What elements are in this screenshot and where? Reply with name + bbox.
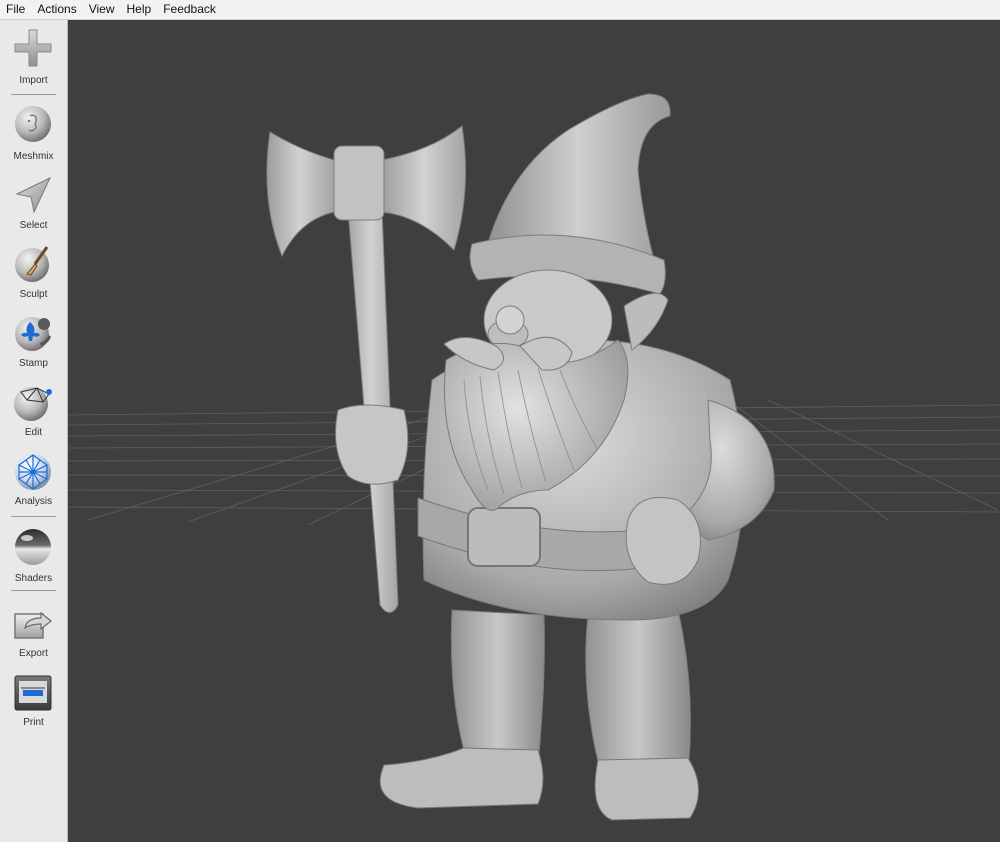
menu-help[interactable]: Help [121, 0, 158, 19]
toolbar-divider [11, 590, 56, 591]
edit-button[interactable]: Edit [0, 382, 67, 444]
stamp-label: Stamp [19, 358, 48, 369]
meshmix-label: Meshmix [13, 151, 54, 162]
stamp-sphere-icon [15, 317, 51, 351]
menu-bar: File Actions View Help Feedback [0, 0, 1000, 20]
print-label: Print [23, 717, 44, 728]
brush-sphere-icon [15, 246, 49, 282]
stamp-button[interactable]: Stamp [0, 313, 67, 375]
arrow-cursor-icon [15, 176, 52, 214]
export-label: Export [19, 648, 48, 659]
menu-view[interactable]: View [83, 0, 121, 19]
menu-file[interactable]: File [0, 0, 31, 19]
face-sphere-icon [15, 106, 51, 142]
shaders-label: Shaders [14, 573, 53, 584]
sculpt-label: Sculpt [19, 289, 48, 300]
chrome-sphere-icon [15, 529, 51, 565]
mesh-edit-icon [14, 387, 52, 421]
toolbar-divider [11, 94, 56, 95]
import-label: Import [19, 75, 48, 86]
3d-viewport[interactable] [68, 20, 1000, 842]
export-box-icon [14, 611, 52, 639]
menu-feedback[interactable]: Feedback [157, 0, 222, 19]
sculpt-button[interactable]: Sculpt [0, 244, 67, 306]
shaders-button[interactable]: Shaders [0, 527, 67, 589]
export-button[interactable]: Export [0, 604, 67, 666]
plus-icon [14, 29, 52, 67]
printer-icon [14, 675, 52, 711]
select-button[interactable]: Select [0, 175, 67, 237]
meshmix-button[interactable]: Meshmix [0, 104, 67, 166]
edit-label: Edit [24, 427, 43, 438]
analysis-label: Analysis [14, 496, 53, 507]
wireframe-sphere-icon [15, 454, 51, 490]
import-button[interactable]: Import [0, 28, 67, 90]
toolbar-divider [11, 516, 56, 517]
tool-sidebar: Import Meshmix Select Sculpt Stamp Edit … [0, 20, 68, 842]
viewport-canvas [68, 93, 1000, 821]
gnome-model [266, 93, 775, 821]
menu-actions[interactable]: Actions [31, 0, 82, 19]
select-label: Select [19, 220, 48, 231]
analysis-button[interactable]: Analysis [0, 451, 67, 513]
print-button[interactable]: Print [0, 673, 67, 735]
